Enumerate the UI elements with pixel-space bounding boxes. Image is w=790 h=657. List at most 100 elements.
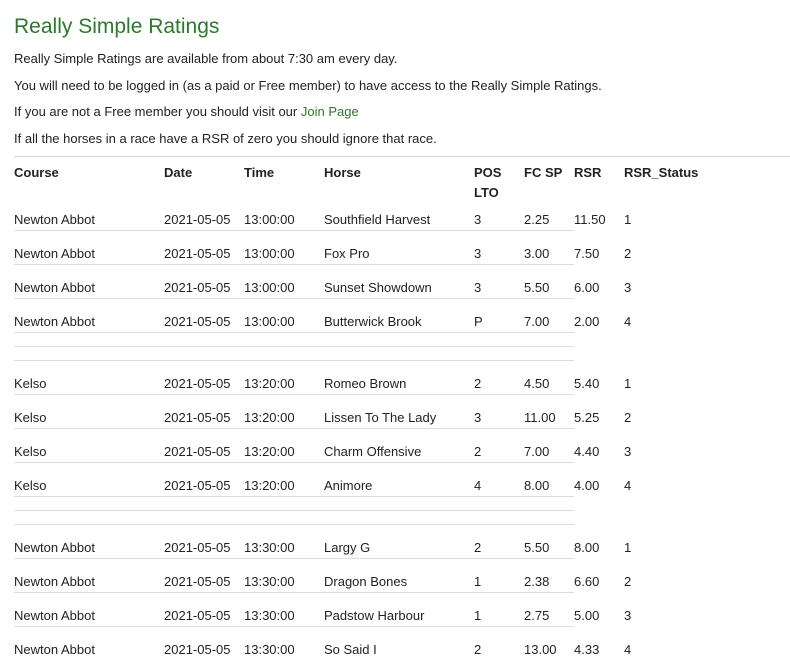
cell-time: 13:20:00	[244, 444, 295, 459]
join-page-link[interactable]: Join Page	[301, 104, 359, 119]
cell-pos-lto: 1	[474, 608, 482, 623]
cell-time: 13:30:00	[244, 540, 295, 555]
row-divider	[14, 346, 574, 347]
cell-time: 13:30:00	[244, 574, 295, 589]
cell-rsr: 5.25	[574, 410, 600, 425]
cell-rsr-status: 2	[624, 574, 632, 589]
header-time: Time	[244, 165, 275, 180]
table-row: Newton Abbot 2021-05-05 13:30:00 Largy G 2 5.…	[14, 532, 790, 566]
cell-date: 2021-05-05	[164, 608, 231, 623]
cell-time: 13:00:00	[244, 314, 295, 329]
cell-date: 2021-05-05	[164, 642, 231, 657]
cell-fc-sp: 7.00	[524, 444, 550, 459]
cell-course: Kelso	[14, 410, 47, 425]
page-title: Really Simple Ratings	[14, 15, 220, 38]
cell-fc-sp: 13.00	[524, 642, 557, 657]
cell-course: Newton Abbot	[14, 280, 95, 295]
cell-course: Newton Abbot	[14, 574, 95, 589]
cell-rsr: 4.00	[574, 478, 600, 493]
cell-pos-lto: P	[474, 314, 483, 329]
header-date: Date	[164, 165, 193, 180]
cell-fc-sp: 3.00	[524, 246, 550, 261]
cell-date: 2021-05-05	[164, 540, 231, 555]
header-pos-line2: LTO	[474, 185, 499, 200]
header-pos: POS LTO	[474, 163, 501, 203]
table-row: Kelso 2021-05-05 13:20:00 Animore 4 8.00 4.00 4	[14, 470, 790, 504]
cell-time: 13:30:00	[244, 642, 295, 657]
cell-pos-lto: 3	[474, 246, 482, 261]
header-course: Course	[14, 165, 59, 180]
cell-date: 2021-05-05	[164, 478, 231, 493]
cell-rsr: 6.00	[574, 280, 600, 295]
cell-pos-lto: 2	[474, 540, 482, 555]
cell-pos-lto: 3	[474, 410, 482, 425]
cell-time: 13:30:00	[244, 608, 295, 623]
cell-date: 2021-05-05	[164, 246, 231, 261]
cell-time: 13:20:00	[244, 410, 295, 425]
cell-date: 2021-05-05	[164, 410, 231, 425]
cell-horse: Largy G	[324, 540, 371, 555]
cell-rsr-status: 4	[624, 314, 632, 329]
table-row: Newton Abbot 2021-05-05 13:00:00 Southfield…	[14, 204, 790, 238]
divider	[14, 156, 790, 157]
table-row: Kelso 2021-05-05 13:20:00 Romeo Brown 2 4.50 5…	[14, 368, 790, 402]
cell-course: Kelso	[14, 478, 47, 493]
cell-course: Newton Abbot	[14, 246, 95, 261]
cell-fc-sp: 4.50	[524, 376, 550, 391]
cell-pos-lto: 1	[474, 574, 482, 589]
cell-rsr-status: 2	[624, 246, 632, 261]
cell-rsr: 4.33	[574, 642, 600, 657]
availability-text: Really Simple Ratings are available from…	[14, 51, 398, 66]
table-row: Newton Abbot 2021-05-05 13:00:00 Butterwick…	[14, 306, 790, 340]
cell-date: 2021-05-05	[164, 574, 231, 589]
cell-date: 2021-05-05	[164, 314, 231, 329]
cell-course: Newton Abbot	[14, 642, 95, 657]
cell-course: Newton Abbot	[14, 212, 95, 227]
join-text: If you are not a Free member you should …	[14, 104, 359, 120]
cell-pos-lto: 3	[474, 280, 482, 295]
cell-fc-sp: 2.38	[524, 574, 550, 589]
cell-time: 13:00:00	[244, 280, 295, 295]
table-row: Newton Abbot 2021-05-05 13:30:00 Padstow Ha…	[14, 600, 790, 634]
cell-fc-sp: 7.00	[524, 314, 550, 329]
cell-rsr-status: 1	[624, 540, 632, 555]
cell-rsr-status: 4	[624, 478, 632, 493]
cell-pos-lto: 2	[474, 444, 482, 459]
cell-rsr-status: 1	[624, 376, 632, 391]
cell-horse: Southfield Harvest	[324, 212, 431, 227]
cell-rsr: 5.40	[574, 376, 600, 391]
cell-rsr: 5.00	[574, 608, 600, 623]
cell-fc-sp: 5.50	[524, 280, 550, 295]
row-divider	[14, 524, 574, 525]
cell-horse: Butterwick Brook	[324, 314, 422, 329]
cell-fc-sp: 11.00	[524, 410, 556, 425]
join-text-prefix: If you are not a Free member you should …	[14, 104, 298, 119]
cell-horse: Dragon Bones	[324, 574, 408, 589]
cell-rsr: 8.00	[574, 540, 600, 555]
cell-pos-lto: 4	[474, 478, 482, 493]
cell-fc-sp: 2.25	[524, 212, 550, 227]
cell-fc-sp: 8.00	[524, 478, 550, 493]
cell-course: Newton Abbot	[14, 314, 95, 329]
cell-rsr: 6.60	[574, 574, 600, 589]
header-fcsp: FC SP	[524, 165, 563, 180]
cell-course: Newton Abbot	[14, 540, 95, 555]
cell-date: 2021-05-05	[164, 212, 231, 227]
cell-horse: Romeo Brown	[324, 376, 407, 391]
cell-rsr-status: 2	[624, 410, 632, 425]
cell-rsr-status: 1	[624, 212, 632, 227]
table-row: Newton Abbot 2021-05-05 13:00:00 Fox Pro 3 3.…	[14, 238, 790, 272]
cell-date: 2021-05-05	[164, 280, 231, 295]
table-row: Kelso 2021-05-05 13:20:00 Lissen To The Lad…	[14, 402, 790, 436]
zero-rsr-text: If all the horses in a race have a RSR o…	[14, 131, 437, 146]
table-row: Newton Abbot 2021-05-05 13:00:00 Sunset Sho…	[14, 272, 790, 306]
header-pos-line1: POS	[474, 165, 502, 180]
cell-time: 13:00:00	[244, 212, 295, 227]
cell-horse: Animore	[324, 478, 373, 493]
cell-course: Kelso	[14, 376, 47, 391]
cell-horse: Charm Offensive	[324, 444, 422, 459]
cell-rsr: 2.00	[574, 314, 600, 329]
cell-rsr-status: 3	[624, 444, 632, 459]
cell-rsr: 11.50	[574, 212, 606, 227]
cell-course: Newton Abbot	[14, 608, 95, 623]
